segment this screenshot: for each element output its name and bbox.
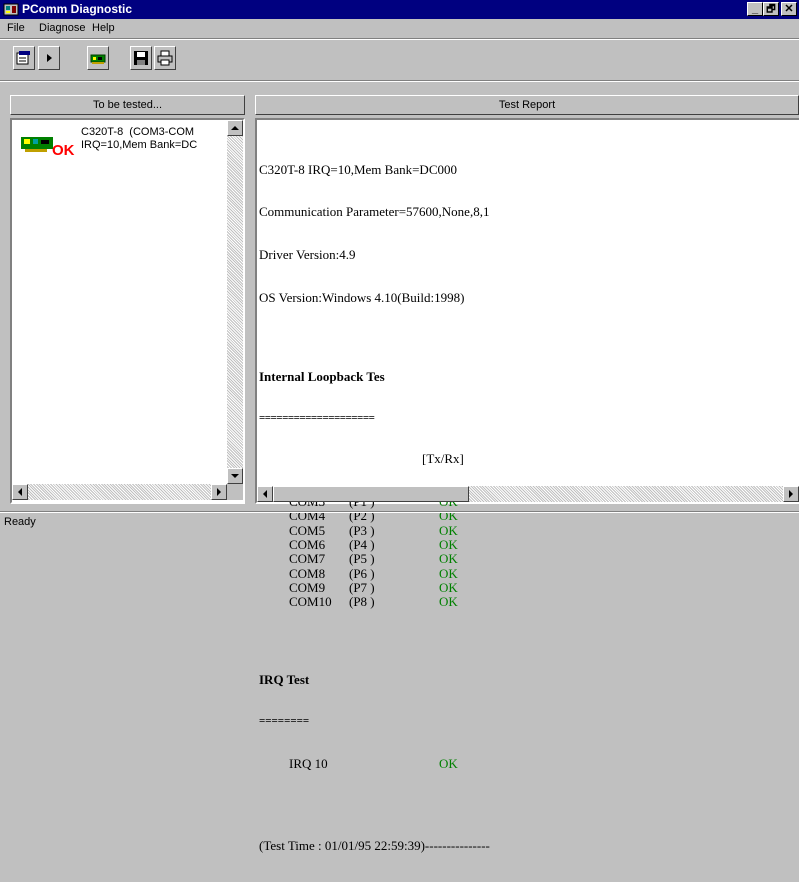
port-number: (P5 ) xyxy=(349,551,375,567)
report-scroll-thumb[interactable] xyxy=(273,486,469,502)
device-status-ok: OK xyxy=(52,142,75,159)
report-os-line: OS Version:Windows 4.10(Build:1998) xyxy=(259,290,465,306)
run-button[interactable] xyxy=(38,46,60,70)
loopback-title: Internal Loopback Tes xyxy=(259,368,385,384)
port-row: COM7 (P5 ) OK xyxy=(259,551,490,567)
report-driver-line: Driver Version:4.9 xyxy=(259,247,356,263)
print-button[interactable] xyxy=(154,46,176,70)
report-comm-line: Communication Parameter=57600,None,8,1 xyxy=(259,204,490,220)
arrow-down-icon xyxy=(231,474,239,478)
title-bar[interactable]: PComm Diagnostic _ 🗗 ✕ xyxy=(0,0,799,19)
report-scroll-left-button[interactable] xyxy=(257,486,273,502)
port-result: OK xyxy=(439,537,458,553)
window-title: PComm Diagnostic xyxy=(22,2,133,16)
port-row: COM9 (P7 ) OK xyxy=(259,579,490,595)
minimize-button[interactable]: _ xyxy=(747,2,763,16)
diagnose-button[interactable] xyxy=(87,46,109,70)
arrow-left-icon xyxy=(18,488,22,496)
scroll-right-button[interactable] xyxy=(211,484,227,500)
irq-rule: ======== xyxy=(259,714,310,727)
arrow-right-icon xyxy=(217,488,221,496)
menu-diagnose[interactable]: Diagnose xyxy=(39,22,85,34)
status-divider xyxy=(0,511,799,513)
scroll-left-button[interactable] xyxy=(12,484,28,500)
irq-label: IRQ 10 xyxy=(289,756,328,772)
menu-bar: File Diagnose Help xyxy=(0,19,799,38)
arrow-up-icon xyxy=(231,126,239,130)
report-board-line: C320T-8 IRQ=10,Mem Bank=DC000 xyxy=(259,161,457,177)
left-pane-header[interactable]: To be tested... xyxy=(10,95,245,115)
arrow-right-icon xyxy=(789,490,793,498)
menu-file[interactable]: File xyxy=(7,22,25,34)
maximize-button[interactable]: 🗗 xyxy=(763,2,779,16)
menu-help[interactable]: Help xyxy=(92,22,115,34)
scroll-down-button[interactable] xyxy=(227,468,243,484)
serial-board-icon xyxy=(21,137,53,152)
close-icon: ✕ xyxy=(784,3,794,15)
port-result: OK xyxy=(439,565,458,581)
test-time-line: (Test Time : 01/01/95 22:59:39)---------… xyxy=(259,838,490,854)
device-details: IRQ=10,Mem Bank=DC xyxy=(81,139,198,151)
test-report-text: C320T-8 IRQ=10,Mem Bank=DC000 Communicat… xyxy=(259,134,490,882)
report-scroll-right-button[interactable] xyxy=(783,486,799,502)
save-icon xyxy=(134,51,148,65)
left-vertical-scrollbar[interactable] xyxy=(227,120,243,484)
port-row: COM8 (P6 ) OK xyxy=(259,565,490,581)
port-row: COM6 (P4 ) OK xyxy=(259,537,490,553)
save-button[interactable] xyxy=(130,46,152,70)
port-com: COM7 xyxy=(289,551,326,567)
irq-result: OK xyxy=(439,756,458,772)
port-row: COM10 (P8 ) OK xyxy=(259,594,490,610)
port-com: COM10 xyxy=(289,594,332,610)
device-name: C320T-8 (COM3-COM xyxy=(81,126,195,138)
port-result: OK xyxy=(439,551,458,567)
port-number: (P6 ) xyxy=(349,565,375,581)
properties-icon xyxy=(16,51,30,65)
toolbar-divider-top xyxy=(0,38,799,40)
toolbar xyxy=(0,38,799,82)
port-com: COM9 xyxy=(289,579,326,595)
port-number: (P4 ) xyxy=(349,537,375,553)
scrollbar-corner xyxy=(227,484,243,500)
scroll-up-button[interactable] xyxy=(227,120,243,136)
device-list-pane: OK C320T-8 (COM3-COM IRQ=10,Mem Bank=DC xyxy=(10,118,245,504)
port-number: (P8 ) xyxy=(349,594,375,610)
arrow-left-icon xyxy=(263,490,267,498)
loopback-rule: ==================== xyxy=(259,411,375,424)
left-horizontal-scrollbar[interactable] xyxy=(12,484,227,500)
print-icon xyxy=(157,50,173,66)
status-bar: Ready xyxy=(0,511,799,531)
minimize-icon: _ xyxy=(751,3,759,15)
status-text: Ready xyxy=(4,516,36,528)
port-com: COM8 xyxy=(289,565,326,581)
run-icon xyxy=(47,54,52,62)
close-button[interactable]: ✕ xyxy=(781,2,797,16)
port-number: (P7 ) xyxy=(349,579,375,595)
right-pane-header[interactable]: Test Report xyxy=(255,95,799,115)
toolbar-divider-bottom xyxy=(0,80,799,82)
report-horizontal-scrollbar[interactable] xyxy=(257,486,799,502)
test-report-pane: C320T-8 IRQ=10,Mem Bank=DC000 Communicat… xyxy=(255,118,799,853)
device-item[interactable]: OK C320T-8 (COM3-COM IRQ=10,Mem Bank=DC xyxy=(20,123,216,163)
app-icon xyxy=(3,3,19,16)
restore-icon: 🗗 xyxy=(766,4,776,15)
port-com: COM6 xyxy=(289,537,326,553)
port-result: OK xyxy=(439,594,458,610)
irq-title: IRQ Test xyxy=(259,671,310,687)
txrx-header: [Tx/Rx] xyxy=(422,451,464,467)
properties-button[interactable] xyxy=(13,46,35,70)
diagnose-icon xyxy=(90,54,106,64)
port-result: OK xyxy=(439,579,458,595)
